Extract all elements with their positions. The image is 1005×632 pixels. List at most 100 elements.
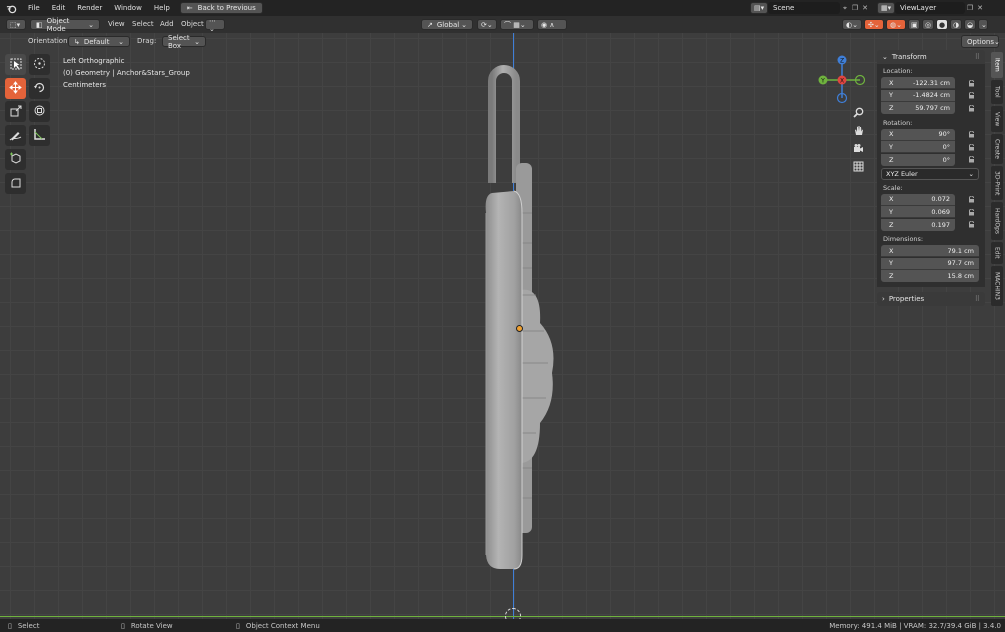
tool-transform[interactable] <box>29 101 50 122</box>
tool-rotate[interactable] <box>29 78 50 99</box>
3d-viewport-icon: ⬚▾ <box>10 20 21 29</box>
scale-x-field[interactable]: X 0.072 <box>881 193 955 206</box>
tab-view[interactable]: View <box>991 106 1003 132</box>
pan-hand-icon[interactable] <box>851 123 865 137</box>
rotation-y-row: Y 0° <box>881 141 981 154</box>
ortho-grid-icon[interactable] <box>851 159 865 173</box>
drag-selector[interactable]: Select Box ⌄ <box>162 34 206 50</box>
object-origin-dot <box>516 325 523 332</box>
snap-button[interactable]: ⌒ ▦⌄ <box>500 19 534 30</box>
lock-icon[interactable] <box>967 221 975 229</box>
pivot-point-button[interactable]: ⟳⌄ <box>477 19 497 30</box>
rotation-y-field[interactable]: Y 0° <box>881 141 955 154</box>
magnet-icon: ⌒ ▦⌄ <box>504 20 526 29</box>
tab-create[interactable]: Create <box>991 134 1003 164</box>
transform-panel-header[interactable]: ⌄ Transform ⠿ <box>877 50 985 64</box>
tab-3d-print[interactable]: 3D-Print <box>991 166 1003 200</box>
shading-options-button[interactable]: ⌄ <box>978 19 988 30</box>
blender-logo-icon[interactable] <box>4 1 18 15</box>
viewlayer-browse-button[interactable]: ▦▾ <box>877 2 895 14</box>
menu-edit[interactable]: Edit <box>46 0 72 16</box>
delete-viewlayer-icon[interactable]: ✕ <box>975 4 985 12</box>
scene-browse-button[interactable]: ▤▾ <box>750 2 768 14</box>
gizmo-button[interactable]: ✣⌄ <box>864 19 884 30</box>
rotation-x-field[interactable]: X 90° <box>881 128 955 141</box>
lock-icon[interactable] <box>967 196 975 204</box>
orientation-icon: ↗ <box>427 20 433 29</box>
proportional-edit-button[interactable]: ◉ ∧ <box>537 19 567 30</box>
menu-file[interactable]: File <box>22 0 46 16</box>
new-scene-icon[interactable]: ❐ <box>850 4 860 12</box>
pin-scene-icon[interactable]: ⌖ <box>840 4 850 13</box>
rotation-mode-selector[interactable]: XYZ Euler ⌄ <box>881 168 979 181</box>
scale-y-field[interactable]: Y 0.069 <box>881 206 955 219</box>
lock-icon[interactable] <box>967 131 975 139</box>
tab-hardops[interactable]: HardOps <box>991 202 1003 240</box>
camera-view-icon[interactable] <box>851 141 865 155</box>
wireframe-shading-button[interactable]: ◎ <box>922 19 934 30</box>
drag-handle-icon[interactable]: ⠿ <box>975 53 980 61</box>
scene-name-field[interactable]: Scene <box>768 2 840 14</box>
tool-scale[interactable] <box>5 101 26 122</box>
dimensions-z-field[interactable]: Z 15.8 cm <box>881 270 979 283</box>
navigation-gizmo[interactable]: Z Y X <box>815 53 869 107</box>
menu-add[interactable]: Add <box>160 20 174 28</box>
tool-annotate[interactable] <box>5 125 26 146</box>
tool-move[interactable] <box>5 78 26 99</box>
tool-add-cube[interactable] <box>5 149 26 170</box>
overlay-button[interactable]: ◍⌄ <box>886 19 906 30</box>
lock-icon[interactable] <box>967 92 975 100</box>
mouse-left-icon: ▯ <box>8 621 12 630</box>
tab-machin3[interactable]: MACHIN3 <box>991 266 1003 306</box>
toolbar <box>5 54 53 194</box>
xray-button[interactable]: ▣ <box>908 19 920 30</box>
lock-icon[interactable] <box>967 79 975 87</box>
properties-panel-header[interactable]: › Properties ⠿ <box>877 291 985 306</box>
pivot-icon: ⟳⌄ <box>481 20 493 29</box>
tab-item[interactable]: Item <box>991 52 1003 78</box>
zoom-icon[interactable] <box>851 105 865 119</box>
object-extra-button[interactable]: ⋯⌄ <box>205 17 225 33</box>
menu-select[interactable]: Select <box>132 20 154 28</box>
editor-type-button[interactable]: ⬚▾ <box>6 19 26 30</box>
drag-handle-icon[interactable]: ⠿ <box>975 295 980 303</box>
rotation-z-field[interactable]: Z 0° <box>881 153 955 166</box>
orientation-selector[interactable]: ↳ Default ⌄ <box>68 36 130 47</box>
menu-window[interactable]: Window <box>108 0 148 16</box>
menu-view[interactable]: View <box>108 20 125 28</box>
location-y-field[interactable]: Y -1.4824 cm <box>881 89 955 102</box>
lock-icon[interactable] <box>967 143 975 151</box>
menu-object[interactable]: Object <box>181 20 204 28</box>
location-x-value: -122.31 cm <box>912 78 950 87</box>
menu-render[interactable]: Render <box>71 0 108 16</box>
back-to-previous-button[interactable]: ⇤ Back to Previous <box>179 2 263 14</box>
location-x-field[interactable]: X -122.31 cm <box>881 77 955 90</box>
delete-scene-icon[interactable]: ✕ <box>860 4 870 12</box>
menu-help[interactable]: Help <box>148 0 176 16</box>
transform-orientation-selector[interactable]: ↗ Global ⌄ <box>421 19 473 30</box>
location-z-field[interactable]: Z 59.797 cm <box>881 102 955 115</box>
lock-icon[interactable] <box>967 156 975 164</box>
dimensions-y-field[interactable]: Y 97.7 cm <box>881 257 979 270</box>
lock-icon[interactable] <box>967 104 975 112</box>
rendered-shading-button[interactable]: ◒ <box>964 19 976 30</box>
lock-icon[interactable] <box>967 208 975 216</box>
dimensions-x-field[interactable]: X 79.1 cm <box>881 245 979 258</box>
options-button[interactable]: Options ⌄ <box>961 35 1000 48</box>
anchor-stars-model[interactable] <box>470 63 570 575</box>
solid-shading-button[interactable]: ● <box>936 19 948 30</box>
status-select-label: Select <box>17 621 40 630</box>
3d-viewport[interactable]: Orientation: ↳ Default ⌄ Drag: Select Bo… <box>0 33 1005 624</box>
mode-selector[interactable]: ◧ Object Mode ⌄ <box>30 17 100 33</box>
visibility-button[interactable]: ◐⌄ <box>842 19 862 30</box>
tool-extra[interactable] <box>5 173 26 194</box>
tab-edit[interactable]: Edit <box>991 242 1003 264</box>
tab-tool[interactable]: Tool <box>991 80 1003 104</box>
tool-select-box[interactable] <box>5 54 26 75</box>
scale-z-field[interactable]: Z 0.197 <box>881 218 955 231</box>
material-shading-button[interactable]: ◑ <box>950 19 962 30</box>
tool-cursor[interactable] <box>29 54 50 75</box>
tool-measure[interactable] <box>29 125 50 146</box>
viewlayer-name-field[interactable]: ViewLayer <box>895 2 965 14</box>
new-viewlayer-icon[interactable]: ❐ <box>965 4 975 12</box>
